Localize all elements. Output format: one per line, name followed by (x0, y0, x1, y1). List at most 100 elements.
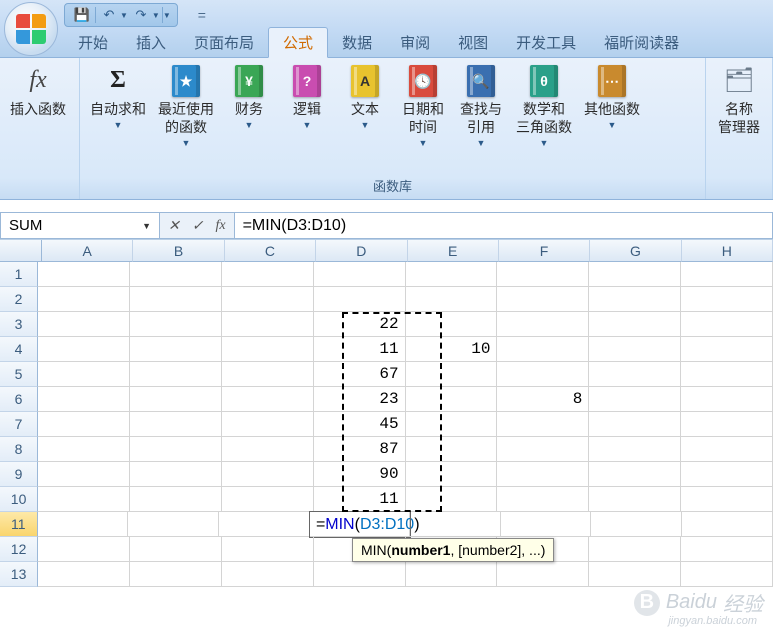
cell[interactable] (589, 287, 681, 312)
undo-button[interactable]: ↶ (98, 5, 120, 25)
cell[interactable]: 8 (497, 387, 589, 412)
cell[interactable] (497, 487, 589, 512)
cell[interactable] (681, 487, 773, 512)
cell[interactable] (38, 412, 130, 437)
name-manager-button[interactable]: 🗂 名称 管理器 (712, 62, 766, 138)
redo-button[interactable]: ↷ (130, 5, 152, 25)
cell[interactable] (497, 337, 589, 362)
cell[interactable] (128, 512, 219, 537)
row-header[interactable]: 13 (0, 562, 38, 587)
cell[interactable] (681, 537, 773, 562)
enter-button[interactable]: ✓ (192, 217, 204, 234)
cell[interactable] (682, 512, 773, 537)
cell[interactable] (589, 437, 681, 462)
cell[interactable]: 23 (314, 387, 406, 412)
cell[interactable] (219, 512, 310, 537)
cell[interactable] (497, 562, 589, 587)
cell[interactable] (681, 387, 773, 412)
row-header[interactable]: 3 (0, 312, 38, 337)
cell[interactable] (497, 362, 589, 387)
cell[interactable] (38, 262, 130, 287)
redo-dropdown-icon[interactable]: ▼ (152, 11, 160, 20)
text-button[interactable]: A 文本 ▼ (338, 62, 392, 134)
cell[interactable] (501, 512, 592, 537)
select-all-corner[interactable] (0, 240, 42, 262)
cell[interactable] (130, 412, 222, 437)
cell[interactable] (497, 462, 589, 487)
column-header[interactable]: A (42, 240, 133, 262)
cell[interactable] (681, 262, 773, 287)
cell[interactable] (406, 287, 498, 312)
cell[interactable] (589, 262, 681, 287)
cell[interactable] (130, 287, 222, 312)
cell[interactable] (681, 287, 773, 312)
math-trig-button[interactable]: θ 数学和 三角函数 ▼ (512, 62, 576, 152)
row-header[interactable]: 2 (0, 287, 38, 312)
column-header[interactable]: D (316, 240, 407, 262)
cell[interactable] (406, 437, 498, 462)
cell[interactable] (406, 412, 498, 437)
column-header[interactable]: C (225, 240, 316, 262)
row-header[interactable]: 5 (0, 362, 38, 387)
recently-used-button[interactable]: ★ 最近使用 的函数 ▼ (154, 62, 218, 152)
cell[interactable]: 67 (314, 362, 406, 387)
cell[interactable] (314, 562, 406, 587)
cell[interactable] (589, 362, 681, 387)
fx-button[interactable]: fx (215, 218, 225, 234)
cell[interactable] (130, 312, 222, 337)
tab-formulas[interactable]: 公式 (268, 27, 328, 58)
cell[interactable] (130, 437, 222, 462)
cell[interactable] (406, 312, 498, 337)
date-time-button[interactable]: 🕓 日期和 时间 ▼ (396, 62, 450, 152)
cell[interactable] (681, 437, 773, 462)
row-header[interactable]: 4 (0, 337, 38, 362)
column-header[interactable]: E (408, 240, 499, 262)
cell[interactable] (589, 462, 681, 487)
cell[interactable] (681, 462, 773, 487)
cell[interactable] (497, 262, 589, 287)
row-header[interactable]: 7 (0, 412, 38, 437)
cell[interactable] (38, 487, 130, 512)
row-header[interactable]: 8 (0, 437, 38, 462)
cell[interactable] (222, 312, 314, 337)
cell[interactable] (130, 362, 222, 387)
cell[interactable] (497, 412, 589, 437)
cell[interactable] (38, 312, 130, 337)
tab-insert[interactable]: 插入 (122, 28, 180, 57)
cell[interactable] (38, 287, 130, 312)
column-header[interactable]: F (499, 240, 590, 262)
tab-foxit[interactable]: 福昕阅读器 (590, 28, 693, 57)
office-button[interactable] (4, 2, 58, 56)
cell[interactable] (406, 562, 498, 587)
cell[interactable] (38, 462, 130, 487)
cell[interactable] (130, 537, 222, 562)
cell[interactable] (222, 262, 314, 287)
cell[interactable] (222, 337, 314, 362)
cell[interactable] (589, 337, 681, 362)
row-header[interactable]: 11 (0, 512, 38, 537)
cell[interactable] (222, 387, 314, 412)
cell[interactable] (681, 337, 773, 362)
cell[interactable] (130, 337, 222, 362)
cell[interactable] (406, 262, 498, 287)
insert-function-button[interactable]: fx 插入函数 (6, 62, 70, 120)
cell[interactable]: 11 (314, 337, 406, 362)
cell[interactable] (38, 512, 129, 537)
cell[interactable]: 45 (314, 412, 406, 437)
logical-button[interactable]: ? 逻辑 ▼ (280, 62, 334, 134)
tab-page-layout[interactable]: 页面布局 (180, 28, 268, 57)
qat-customize-icon[interactable]: ▼ (163, 11, 171, 20)
tab-home[interactable]: 开始 (64, 28, 122, 57)
cell[interactable] (38, 337, 130, 362)
cell[interactable] (589, 487, 681, 512)
cell[interactable] (130, 562, 222, 587)
tab-review[interactable]: 审阅 (386, 28, 444, 57)
cell[interactable] (589, 312, 681, 337)
save-button[interactable]: 💾 (71, 5, 93, 25)
lookup-button[interactable]: 🔍 查找与 引用 ▼ (454, 62, 508, 152)
column-header[interactable]: B (133, 240, 224, 262)
cell[interactable]: 90 (314, 462, 406, 487)
cell[interactable] (222, 487, 314, 512)
cell[interactable] (38, 562, 130, 587)
tab-view[interactable]: 视图 (444, 28, 502, 57)
